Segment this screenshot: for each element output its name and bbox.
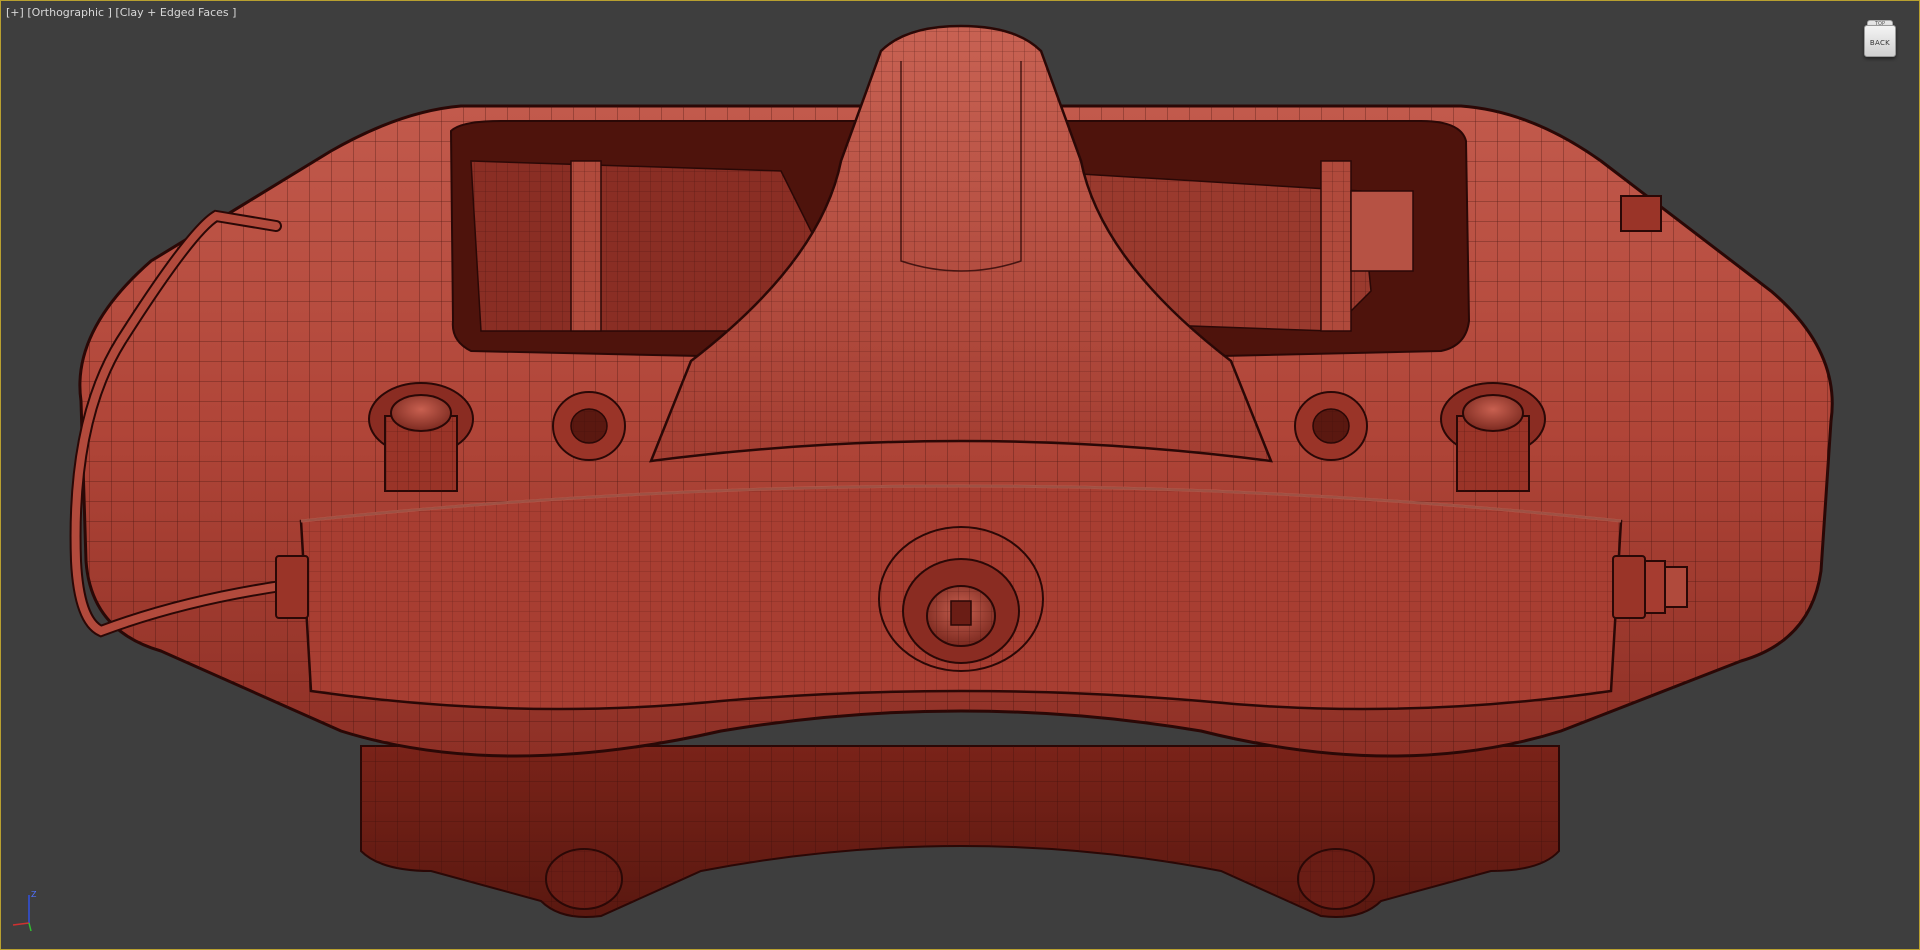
viewcube-back-face[interactable]: BACK xyxy=(1864,25,1896,57)
caliper-lower-bridge xyxy=(360,745,1560,918)
viewport-perspective[interactable]: [+] [Orthographic ] [Clay + Edged Faces … xyxy=(0,0,1920,950)
viewcube[interactable]: TOP BACK xyxy=(1863,20,1896,58)
caliper-bolt-left-inner xyxy=(552,391,626,461)
axis-tripod-icon: Z xyxy=(12,890,37,932)
caliper-bolt-left-outer xyxy=(368,382,474,492)
caliper-bolt-right-inner xyxy=(1294,391,1368,461)
axis-z-label: Z xyxy=(31,890,37,899)
center-bleed-bolt xyxy=(878,526,1044,672)
viewport-shading-menu[interactable]: [Clay + Edged Faces ] xyxy=(115,6,236,19)
viewport-view-menu[interactable]: [Orthographic ] xyxy=(27,6,112,19)
caliper-bolt-right-outer xyxy=(1440,382,1546,492)
viewport-label: [+] [Orthographic ] [Clay + Edged Faces … xyxy=(6,6,236,19)
brake-caliper-model[interactable] xyxy=(1,1,1919,949)
viewport-menu-plus[interactable]: [+] xyxy=(6,6,24,19)
